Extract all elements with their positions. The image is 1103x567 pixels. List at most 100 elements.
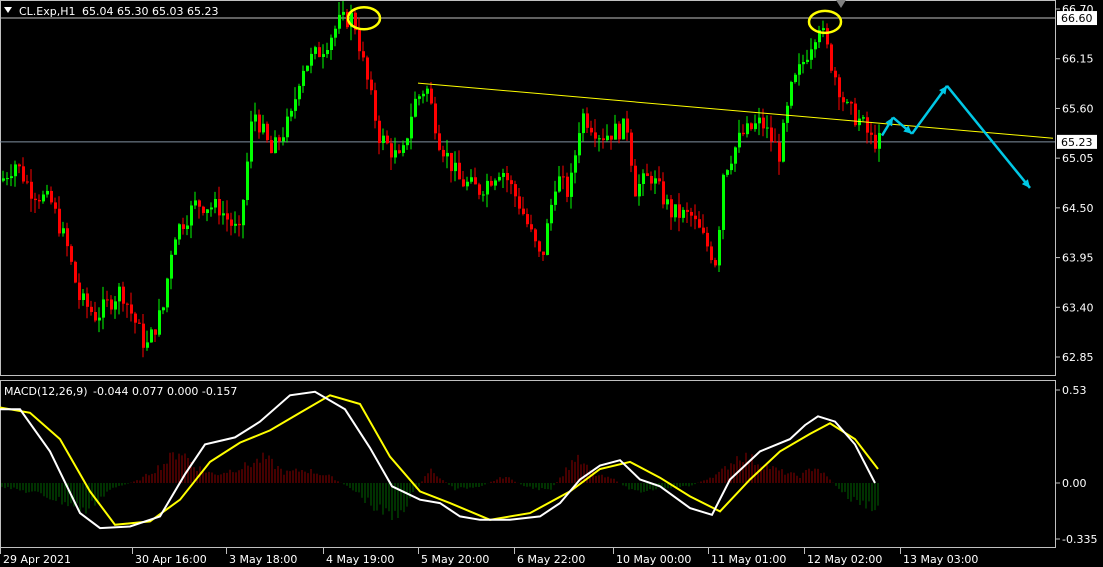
chart-background <box>0 0 1103 567</box>
macd-label: MACD(12,26,9) <box>4 385 88 398</box>
price-chart[interactable]: CL.Exp,H1 65.04 65.30 65.03 65.23 MACD(1… <box>0 0 1103 567</box>
price-tick-label: 62.85 <box>1062 351 1094 364</box>
candle-body <box>14 164 17 177</box>
candle-body <box>74 261 77 283</box>
candle-body <box>526 214 529 225</box>
time-tick-label: 3 May 18:00 <box>229 553 297 566</box>
candle-body <box>490 180 493 186</box>
resistance-tag-label: 66.60 <box>1061 12 1093 25</box>
candle-body <box>106 299 109 301</box>
candle-body <box>406 138 409 146</box>
candle-body <box>470 177 473 182</box>
candle-body <box>570 172 573 197</box>
candle-body <box>378 120 381 144</box>
candle-body <box>842 97 845 103</box>
candle-body <box>62 228 65 234</box>
candle-body <box>58 208 61 234</box>
candle-body <box>94 311 97 321</box>
candle-body <box>670 199 673 218</box>
candle-body <box>458 162 461 180</box>
candle-body <box>26 181 29 183</box>
candle-body <box>130 304 133 314</box>
macd-tick-label: 0.53 <box>1062 384 1087 397</box>
candle-body <box>550 204 553 224</box>
candle-body <box>742 132 745 135</box>
candle-body <box>578 133 581 156</box>
candle-body <box>254 114 257 122</box>
candle-body <box>410 116 413 139</box>
candle-body <box>510 180 513 185</box>
candle-body <box>722 174 725 230</box>
candle-body <box>478 184 481 195</box>
candle-body <box>686 209 689 212</box>
candle-body <box>646 173 649 176</box>
price-tick-label: 64.50 <box>1062 202 1094 215</box>
candle-body <box>514 184 517 197</box>
candle-body <box>198 200 201 207</box>
candle-body <box>506 172 509 181</box>
candle-body <box>534 229 537 242</box>
candle-body <box>690 211 693 216</box>
time-tick-label: 11 May 01:00 <box>711 553 786 566</box>
candle-body <box>562 176 565 178</box>
time-tick-label: 10 May 00:00 <box>616 553 691 566</box>
candle-body <box>430 88 433 104</box>
candle-body <box>606 135 609 141</box>
candle-body <box>582 113 585 134</box>
candle-body <box>338 14 341 29</box>
candle-body <box>18 164 21 167</box>
candle-body <box>602 138 605 141</box>
candle-body <box>778 142 781 162</box>
macd-values: -0.044 0.077 0.000 -0.157 <box>93 385 237 398</box>
candle-body <box>442 149 445 157</box>
candle-body <box>502 172 505 177</box>
candle-body <box>658 178 661 182</box>
candle-body <box>806 59 809 62</box>
candle-body <box>734 147 737 164</box>
ohlc-values: 65.04 65.30 65.03 65.23 <box>82 5 218 18</box>
candle-body <box>630 132 633 166</box>
candle-body <box>798 64 801 75</box>
candle-body <box>626 118 629 133</box>
candle-body <box>122 286 125 304</box>
candle-body <box>662 181 665 205</box>
candle-body <box>54 202 57 209</box>
candle-body <box>78 282 81 300</box>
candle-body <box>286 116 289 138</box>
candle-body <box>702 227 705 233</box>
candle-body <box>154 329 157 335</box>
price-tick-label: 66.15 <box>1062 53 1094 66</box>
candle-body <box>786 105 789 123</box>
time-tick-label: 4 May 19:00 <box>326 553 394 566</box>
candle-body <box>878 132 881 149</box>
candle-body <box>334 28 337 38</box>
candle-body <box>546 223 549 255</box>
candle-body <box>258 114 261 133</box>
candle-body <box>718 229 721 266</box>
candle-body <box>246 161 249 201</box>
candle-body <box>210 207 213 210</box>
candle-body <box>326 50 329 55</box>
candle-body <box>382 135 385 144</box>
candle-body <box>810 49 813 60</box>
candle-body <box>90 306 93 312</box>
candle-body <box>850 101 853 104</box>
candle-body <box>522 208 525 215</box>
candle-body <box>682 209 685 218</box>
candle-body <box>174 239 177 255</box>
candle-body <box>302 70 305 86</box>
candle-body <box>322 54 325 57</box>
candle-body <box>366 57 369 80</box>
candle-body <box>222 213 225 216</box>
candle-body <box>370 79 373 91</box>
candle-body <box>126 303 129 305</box>
candle-body <box>834 70 837 78</box>
candle-body <box>650 175 653 184</box>
candle-body <box>558 176 561 192</box>
candle-body <box>50 190 53 203</box>
candle-body <box>98 317 101 321</box>
candle-body <box>706 232 709 247</box>
candle-body <box>266 123 269 141</box>
candle-body <box>314 47 317 54</box>
candle-body <box>194 200 197 206</box>
